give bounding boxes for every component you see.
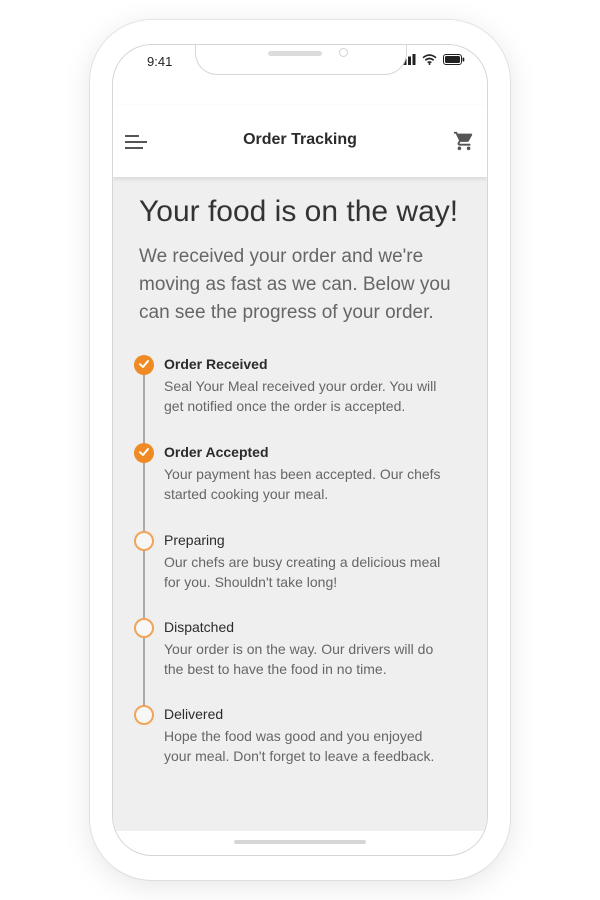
step-title: Order Received (164, 356, 268, 372)
status-icons (399, 54, 465, 65)
step-complete-marker (134, 355, 154, 375)
step-title: Delivered (164, 706, 224, 722)
phone-screen: 9:41 Order Tracking Your food is on the … (112, 44, 488, 856)
front-camera (339, 48, 348, 57)
checkmark-icon (139, 448, 149, 456)
wifi-icon (422, 54, 437, 65)
step-title: Dispatched (164, 619, 235, 635)
speaker-grille (268, 51, 322, 56)
step-description: Your payment has been accepted. Our chef… (164, 466, 441, 502)
headline: Your food is on the way! (139, 195, 459, 228)
step-complete-marker (134, 443, 154, 463)
shopping-cart-icon[interactable] (453, 130, 475, 152)
step-title: Order Accepted (164, 444, 269, 460)
app-bar: Order Tracking (113, 105, 487, 177)
step-description: Your order is on the way. Our drivers wi… (164, 641, 434, 677)
intro-text: We received your order and we're moving … (139, 246, 451, 323)
step-description: Seal Your Meal received your order. You … (164, 378, 437, 414)
step-description: Hope the food was good and you enjoyed y… (164, 728, 435, 764)
status-time: 9:41 (147, 54, 173, 69)
checkmark-icon (139, 360, 149, 368)
phone-frame: 9:41 Order Tracking Your food is on the … (90, 20, 510, 880)
step-pending-marker (134, 618, 154, 638)
step-pending-marker (134, 531, 154, 551)
step-pending-marker (134, 705, 154, 725)
tracking-content: Your food is on the way! We received you… (113, 177, 487, 831)
battery-icon (443, 54, 465, 65)
step-title: Preparing (164, 532, 225, 548)
step-description: Our chefs are busy creating a delicious … (164, 554, 441, 590)
home-indicator[interactable] (234, 840, 366, 844)
page-title: Order Tracking (243, 131, 357, 148)
phone-notch (195, 45, 407, 75)
